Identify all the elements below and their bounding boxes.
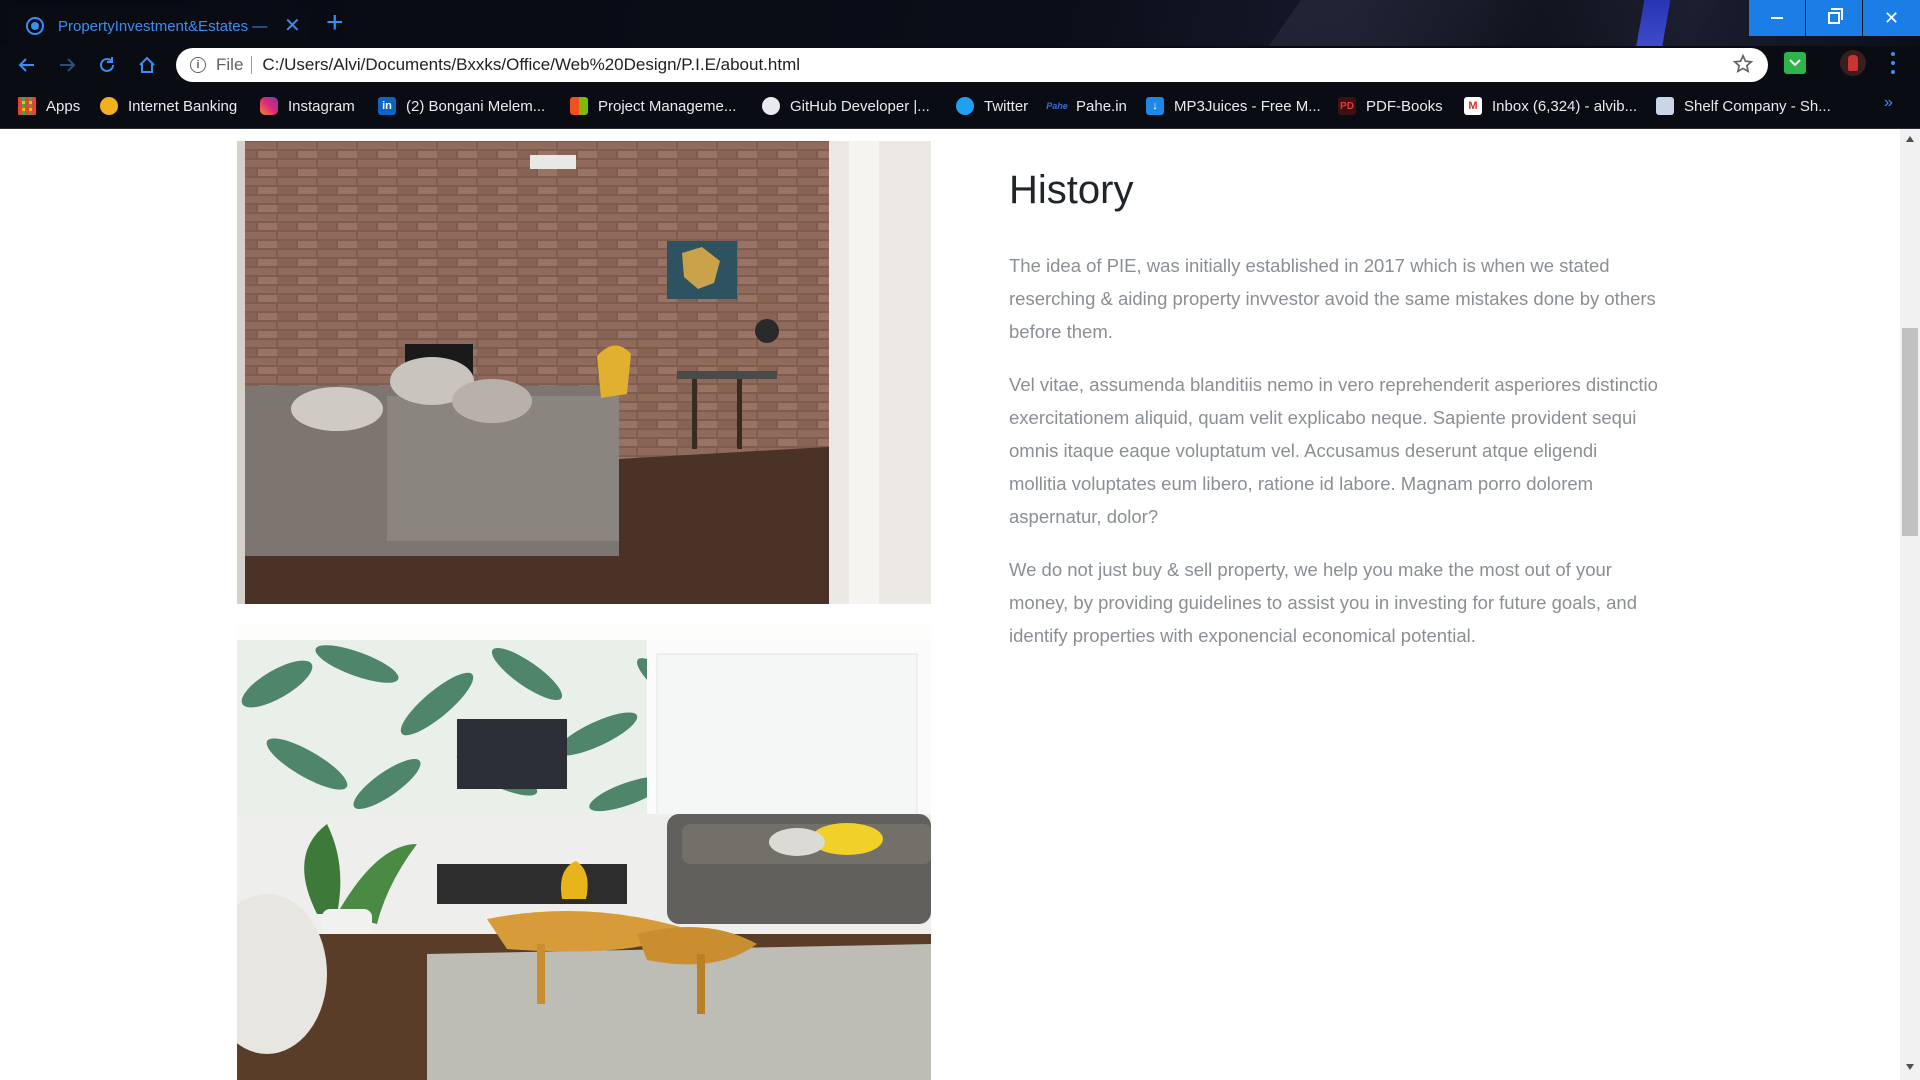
reload-icon: [100, 57, 114, 72]
new-tab-button[interactable]: +: [326, 8, 344, 38]
bookmark-label: Project Manageme...: [598, 97, 737, 115]
profile-avatar[interactable]: [1840, 50, 1866, 76]
bookmark-internet-banking[interactable]: Internet Banking: [100, 94, 237, 118]
bookmark-github[interactable]: GitHub Developer |...: [762, 94, 930, 118]
bookmark-inbox[interactable]: M Inbox (6,324) - alvib...: [1464, 94, 1637, 118]
menu-dot: [1891, 61, 1895, 65]
close-tab-icon[interactable]: ✕: [284, 16, 301, 36]
address-bar[interactable]: i File C:/Users/Alvi/Documents/Bxxks/Off…: [176, 48, 1768, 82]
tab-title: PropertyInvestment&Estates — h: [58, 17, 270, 35]
back-button[interactable]: [14, 52, 40, 78]
restore-icon: [1828, 8, 1843, 24]
twitter-icon: [956, 97, 974, 115]
bookmark-label: PDF-Books: [1366, 97, 1443, 115]
address-scheme: File: [216, 55, 244, 74]
bookmark-label: Internet Banking: [128, 97, 238, 115]
browser-toolbar: i File C:/Users/Alvi/Documents/Bxxks/Off…: [0, 46, 1920, 84]
title-bar: PropertyInvestment&Estates — h ✕ + ✕: [0, 0, 1920, 46]
pdf-icon: PD: [1338, 97, 1356, 115]
bookmark-project-management[interactable]: Project Manageme...: [570, 94, 736, 118]
bookmark-label: Instagram: [288, 97, 355, 115]
extension-icon[interactable]: [1784, 52, 1806, 74]
bookmark-label: GitHub Developer |...: [790, 97, 930, 115]
browser-tab[interactable]: PropertyInvestment&Estates — h ✕: [8, 6, 308, 46]
wallpaper-decoration: [1230, 0, 1750, 46]
bookmark-shelf-company[interactable]: Shelf Company - Sh...: [1656, 94, 1831, 118]
page-content: History The idea of PIE, was initially e…: [0, 129, 1900, 1080]
more-bookmarks-chevron-icon[interactable]: »: [1884, 94, 1893, 112]
history-paragraph: Vel vitae, assumenda blanditiis nemo in …: [1009, 374, 1658, 527]
avatar-icon: [1848, 55, 1858, 71]
bookmark-label: Pahe.in: [1076, 97, 1127, 115]
close-window-button[interactable]: ✕: [1863, 0, 1920, 36]
linkedin-icon: in: [378, 97, 396, 115]
pahe-icon: Pahe: [1046, 101, 1068, 111]
page-heading: History: [1009, 167, 1134, 212]
bookmark-mp3juices[interactable]: ↓ MP3Juices - Free M...: [1146, 94, 1321, 118]
living-room-brick-photo: [237, 141, 931, 604]
bookmark-label: MP3Juices - Free M...: [1174, 97, 1321, 115]
chevron-down-icon: [1789, 59, 1801, 67]
home-icon: [139, 56, 155, 73]
scroll-up-arrow-icon[interactable]: [1906, 136, 1914, 142]
home-button[interactable]: [134, 52, 160, 78]
bookmark-label: Apps: [46, 97, 81, 115]
github-icon: [762, 97, 780, 115]
restore-button[interactable]: [1806, 0, 1862, 36]
bookmark-pahe[interactable]: Pahe Pahe.in: [1046, 94, 1127, 118]
bookmark-twitter[interactable]: Twitter: [956, 94, 1028, 118]
gmail-icon: M: [1464, 97, 1482, 115]
vertical-scrollbar[interactable]: [1900, 129, 1920, 1080]
room-photo-image: [237, 624, 931, 1080]
address-url[interactable]: C:/Users/Alvi/Documents/Bxxks/Office/Web…: [262, 55, 800, 75]
globe-icon: [26, 17, 44, 35]
forward-button[interactable]: [54, 52, 80, 78]
minimize-icon: [1771, 17, 1783, 19]
bank-icon: [100, 97, 118, 115]
menu-dot: [1891, 70, 1895, 74]
bookmark-pdf-books[interactable]: PD PDF-Books: [1338, 94, 1443, 118]
scroll-down-arrow-icon[interactable]: [1906, 1064, 1914, 1070]
bookmark-label: (2) Bongani Melem...: [406, 97, 546, 115]
history-paragraph: The idea of PIE, was initially establish…: [1009, 255, 1656, 342]
browser-menu-button[interactable]: [1888, 52, 1898, 74]
bookmark-linkedin[interactable]: in (2) Bongani Melem...: [378, 94, 545, 118]
arrow-left-icon: [18, 58, 34, 72]
download-icon: ↓: [1146, 97, 1164, 115]
room-photo-image: [237, 141, 931, 604]
bookmarks-bar: Apps Internet Banking Instagram in (2) B…: [0, 84, 1920, 129]
address-separator: [251, 56, 253, 74]
bookmark-instagram[interactable]: Instagram: [260, 94, 355, 118]
site-icon: [1656, 97, 1674, 115]
microsoft-icon: [570, 97, 588, 115]
bookmark-apps[interactable]: Apps: [18, 94, 80, 118]
apps-grid-icon: [18, 97, 36, 115]
bookmark-label: Shelf Company - Sh...: [1684, 97, 1831, 115]
reload-button[interactable]: [94, 52, 120, 78]
info-icon[interactable]: i: [190, 57, 206, 73]
bookmark-label: Twitter: [984, 97, 1029, 115]
instagram-icon: [260, 97, 278, 115]
menu-dot: [1891, 52, 1895, 56]
scrollbar-thumb[interactable]: [1902, 328, 1918, 536]
bookmark-star-icon[interactable]: [1732, 53, 1754, 75]
arrow-right-icon: [60, 58, 76, 72]
history-paragraph: We do not just buy & sell property, we h…: [1009, 559, 1637, 646]
bookmark-label: Inbox (6,324) - alvib...: [1492, 97, 1638, 115]
minimize-button[interactable]: [1749, 0, 1805, 36]
close-icon: ✕: [1883, 7, 1900, 28]
living-room-tropical-photo: [237, 624, 931, 1080]
